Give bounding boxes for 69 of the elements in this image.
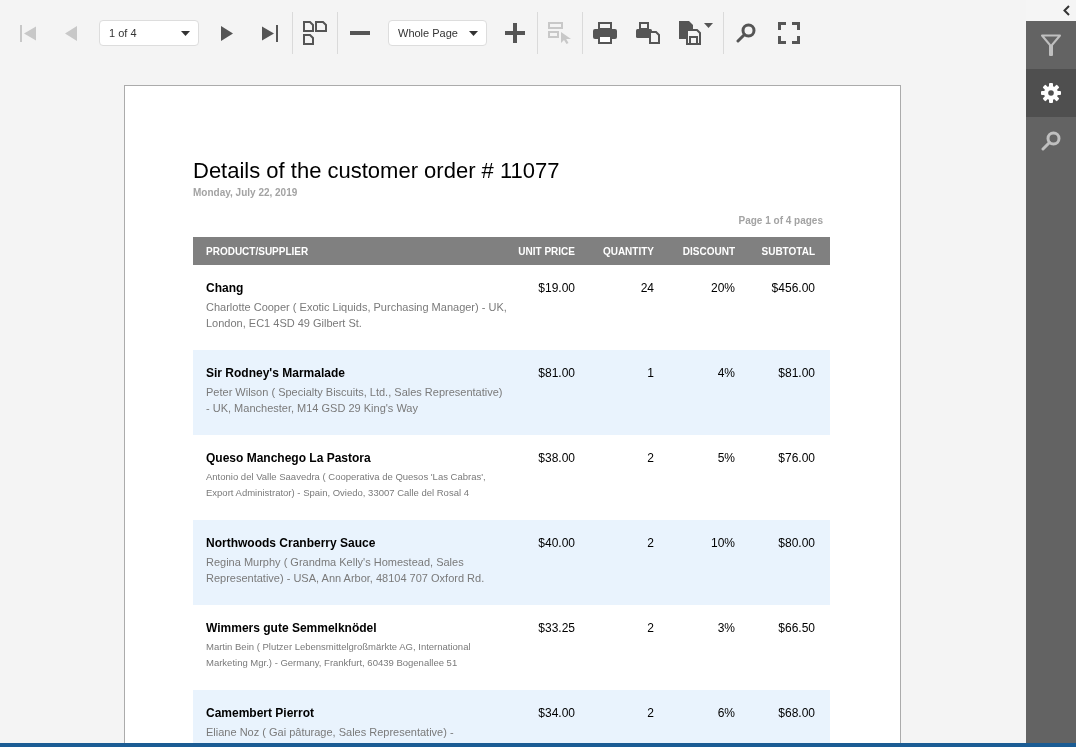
printer-icon: [593, 22, 617, 44]
save-document-icon: [679, 21, 701, 45]
quantity-cell-text: 2: [646, 535, 655, 551]
column-header: PRODUCT/SUPPLIER: [205, 244, 310, 259]
triangle-left-icon: [65, 25, 77, 41]
triangle-right-icon: [221, 25, 233, 41]
supplier-details: Regina Murphy ( Grandma Kelly's Homestead, Sales Representative) - USA, Ann Arbor, 48104 707 Oxford Rd.: [206, 555, 486, 586]
column-header: DISCOUNT: [681, 244, 736, 259]
quantity-cell-text: 2: [646, 705, 655, 721]
supplier-details: Eliane Noz ( Gai pâturage, Sales Representative) -: [206, 725, 455, 740]
unit-price-cell-text: $40.00: [537, 535, 576, 551]
subtotal-cell-text: $68.00: [777, 705, 816, 721]
unit-price-cell-text: $38.00: [537, 450, 576, 466]
product-name: Chang: [206, 280, 245, 296]
column-header: QUANTITY: [601, 244, 655, 259]
skip-to-end-icon: [262, 24, 278, 42]
skip-to-start-icon: [20, 24, 36, 42]
cursor-select-icon: [547, 22, 573, 44]
supplier-details: Antonio del Valle Saavedra ( Cooperativa de Quesos 'Las Cabras', Export Administrator) - Spain, Oviedo, 33007 Calle del Rosal 4: [206, 470, 487, 500]
export-button[interactable]: [676, 18, 716, 48]
fullscreen-icon: [778, 22, 800, 44]
quantity-cell-text: 1: [646, 365, 655, 381]
product-name: Wimmers gute Semmelknödel: [206, 620, 378, 636]
minus-icon: [350, 31, 370, 35]
supplier-details: Peter Wilson ( Specialty Biscuits, Ltd., Sales Representative) - UK, Manchester, M14 GSD 29 King's Way: [206, 385, 504, 416]
zoom-select[interactable]: Whole Page: [388, 20, 487, 46]
discount-cell-text: 20%: [709, 280, 736, 296]
column-header: SUBTOTAL: [760, 244, 816, 259]
pages-icon: [303, 21, 327, 45]
supplier-details: Charlotte Cooper ( Exotic Liquids, Purchasing Manager) - UK, London, EC1 4SD 49 Gilbert St.: [206, 300, 508, 331]
unit-price-cell-text: $19.00: [537, 280, 576, 296]
page-count-label: Page 1 of 4 pages: [737, 214, 823, 227]
column-header: UNIT PRICE: [517, 244, 576, 259]
caret-down-icon: [181, 30, 190, 36]
quantity-cell-text: 2: [646, 450, 655, 466]
discount-cell-text: 10%: [709, 535, 736, 551]
discount-cell-text: 6%: [716, 705, 736, 721]
product-name: Northwoods Cranberry Sauce: [206, 535, 377, 551]
caret-down-icon: [704, 23, 713, 28]
discount-cell-text: 4%: [716, 365, 736, 381]
settings-tab[interactable]: [1026, 69, 1076, 117]
product-name: Queso Manchego La Pastora: [206, 450, 372, 466]
quantity-cell-text: 24: [639, 280, 655, 296]
subtotal-cell-text: $81.00: [777, 365, 816, 381]
report-title: Details of the customer order # 11077: [193, 158, 560, 184]
unit-price-cell-text: $33.25: [537, 620, 576, 636]
multi-page-button[interactable]: [300, 18, 330, 48]
search-icon: [1041, 131, 1061, 151]
supplier-details: Martin Bein ( Plutzer Lebensmittelgroßmärkte AG, International Marketing Mgr.) - Germany, Frankfurt, 60439 Bogenallee 51: [206, 640, 472, 670]
printer-page-icon: [636, 22, 660, 44]
product-name: Sir Rodney's Marmalade: [206, 365, 346, 381]
report-date: Monday, July 22, 2019: [193, 186, 298, 199]
unit-price-cell-text: $34.00: [537, 705, 576, 721]
unit-price-cell-text: $81.00: [537, 365, 576, 381]
search-icon: [736, 23, 756, 43]
discount-cell-text: 5%: [716, 450, 736, 466]
filter-icon: [1041, 34, 1061, 56]
product-name: Camembert Pierrot: [206, 705, 316, 721]
caret-down-icon: [469, 30, 478, 36]
settings-icon: [1041, 83, 1061, 103]
subtotal-cell-text: $76.00: [777, 450, 816, 466]
page-select[interactable]: 1 of 4: [99, 20, 199, 46]
subtotal-cell-text: $456.00: [770, 280, 816, 296]
plus-icon: [505, 23, 525, 43]
subtotal-cell-text: $80.00: [777, 535, 816, 551]
subtotal-cell-text: $66.50: [777, 620, 816, 636]
chevron-left-icon: [1062, 5, 1070, 16]
discount-cell-text: 3%: [716, 620, 736, 636]
quantity-cell-text: 2: [646, 620, 655, 636]
